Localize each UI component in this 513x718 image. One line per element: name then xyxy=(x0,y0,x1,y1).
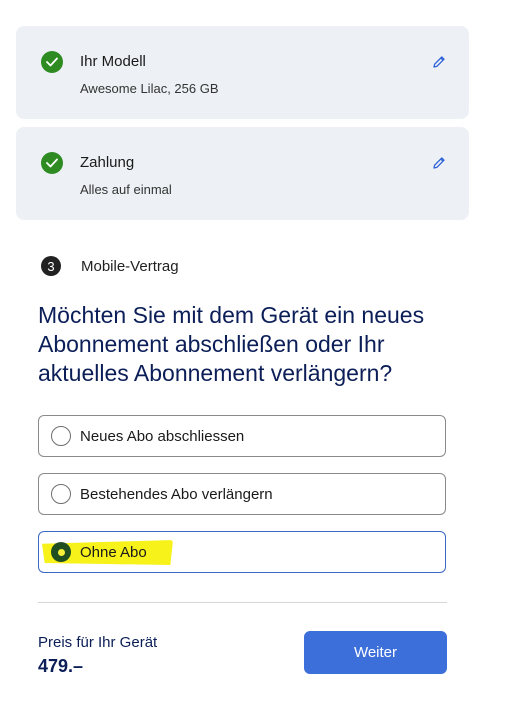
option-extend-subscription[interactable]: Bestehendes Abo verlängern xyxy=(38,473,446,515)
step-header: 3 Mobile-Vertrag xyxy=(41,256,179,276)
summary-payment-title: Zahlung xyxy=(80,154,135,171)
pencil-icon[interactable] xyxy=(431,155,447,171)
option-label: Bestehendes Abo verlängern xyxy=(80,485,273,503)
step-label: Mobile-Vertrag xyxy=(81,257,179,275)
check-circle-icon xyxy=(41,152,63,174)
radio-button-selected[interactable] xyxy=(51,542,71,562)
radio-button[interactable] xyxy=(51,484,71,504)
option-new-subscription[interactable]: Neues Abo abschliessen xyxy=(38,415,446,457)
check-circle-icon xyxy=(41,51,63,73)
continue-button[interactable]: Weiter xyxy=(304,631,447,674)
question-heading: Möchten Sie mit dem Gerät ein neues Abon… xyxy=(38,302,425,386)
price-value: 479.– xyxy=(38,656,84,676)
summary-model-title: Ihr Modell xyxy=(80,53,146,70)
summary-card-model: Ihr Modell Awesome Lilac, 256 GB xyxy=(16,26,469,119)
option-no-subscription[interactable]: Ohne Abo xyxy=(38,531,446,573)
summary-payment-value: Alles auf einmal xyxy=(80,182,172,197)
radio-button[interactable] xyxy=(51,426,71,446)
price-label: Preis für Ihr Gerät xyxy=(38,634,158,651)
option-label: Ohne Abo xyxy=(80,543,147,561)
radio-dot xyxy=(57,548,65,556)
option-label: Neues Abo abschliessen xyxy=(80,427,245,445)
summary-model-value: Awesome Lilac, 256 GB xyxy=(80,81,219,96)
step-number: 3 xyxy=(41,256,61,276)
pencil-icon[interactable] xyxy=(431,54,447,70)
divider xyxy=(38,602,447,603)
summary-card-payment: Zahlung Alles auf einmal xyxy=(16,127,469,220)
